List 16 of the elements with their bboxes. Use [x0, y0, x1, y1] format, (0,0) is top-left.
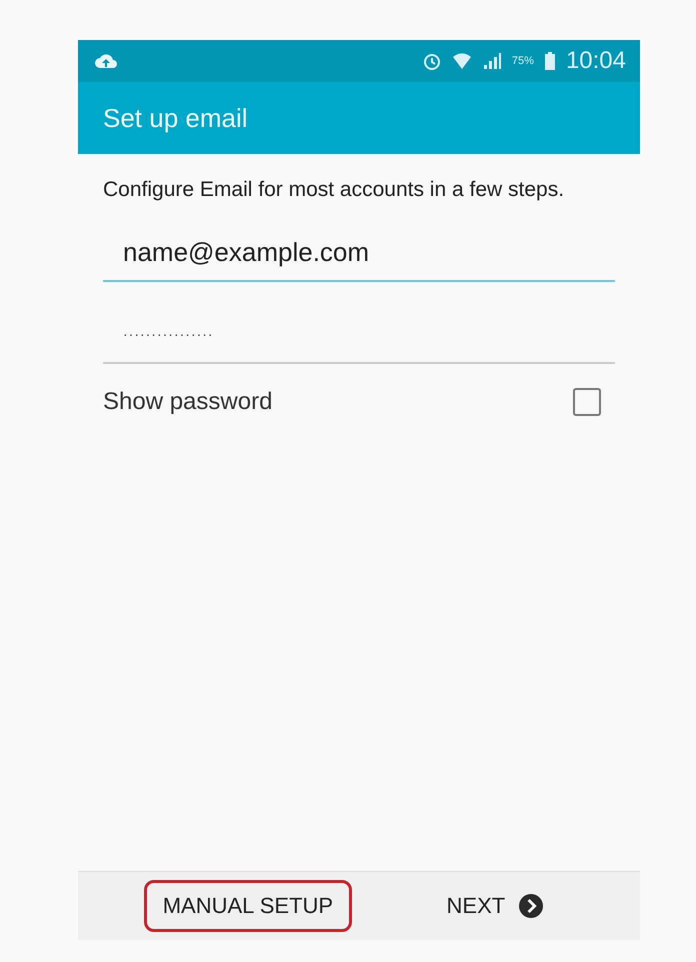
input-field[interactable]: ················ — [103, 306, 615, 364]
signal-icon — [482, 51, 502, 71]
battery-icon — [544, 51, 556, 71]
manual-setup-button[interactable]: MANUAL SETUP — [144, 880, 352, 932]
screen-title: Set up email — [103, 102, 248, 134]
wifi-icon — [452, 51, 472, 71]
cloud-upload-icon — [94, 53, 118, 69]
battery-percent: 75% — [512, 55, 534, 67]
input-field[interactable]: name@example.com — [103, 224, 615, 282]
next-button[interactable]: NEXT — [428, 880, 562, 932]
show-password-label: Show password — [103, 388, 272, 416]
checkbox[interactable] — [573, 388, 601, 416]
alarm-icon — [422, 51, 442, 71]
clock: 10:04 — [566, 47, 626, 75]
intro-text: Configure Email for most accounts in a few steps. — [103, 177, 566, 203]
chevron-circle-icon — [519, 894, 544, 918]
